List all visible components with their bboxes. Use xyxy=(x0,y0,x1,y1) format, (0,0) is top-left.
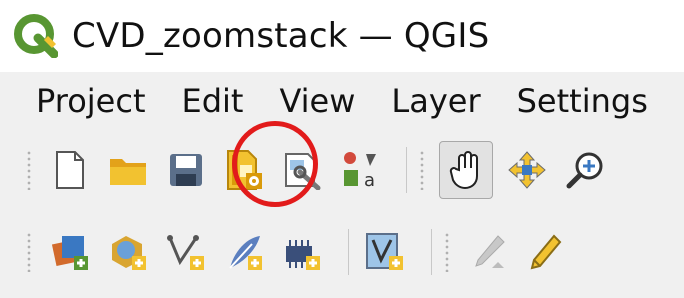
new-temporary-scratch-layer-icon xyxy=(282,232,322,272)
title-bar: CVD_zoomstack — QGIS xyxy=(0,0,684,72)
toggle-editing-icon xyxy=(526,232,566,272)
toolbar-row-2 xyxy=(0,214,684,290)
new-virtual-layer-icon xyxy=(365,232,405,272)
new-geopackage-layer-icon xyxy=(108,232,148,272)
new-print-layout-icon xyxy=(224,149,264,191)
pan-to-selection-icon xyxy=(507,150,547,190)
layout-manager-icon xyxy=(282,150,322,190)
window-title: CVD_zoomstack — QGIS xyxy=(72,16,490,56)
data-source-manager-button[interactable] xyxy=(46,225,94,279)
save-project-icon xyxy=(168,152,204,188)
toolbar-separator xyxy=(431,229,432,275)
menu-bar: Project Edit View Layer Settings Pl xyxy=(0,72,684,130)
new-virtual-layer-button[interactable] xyxy=(361,225,409,279)
menu-layer[interactable]: Layer xyxy=(391,82,480,120)
new-shapefile-layer-button[interactable] xyxy=(162,225,210,279)
menu-edit[interactable]: Edit xyxy=(181,82,243,120)
toolbar-grip-handle[interactable] xyxy=(419,150,425,190)
toolbar-separator xyxy=(348,229,349,275)
new-print-layout-button[interactable] xyxy=(220,143,268,197)
new-geopackage-layer-button[interactable] xyxy=(104,225,152,279)
toolbar-grip-handle[interactable] xyxy=(26,150,32,190)
menu-settings[interactable]: Settings xyxy=(517,82,648,120)
zoom-in-icon xyxy=(565,150,605,190)
style-manager-button[interactable]: a xyxy=(336,143,384,197)
new-spatialite-layer-icon xyxy=(224,232,264,272)
toolbar-grip-handle[interactable] xyxy=(26,232,32,272)
new-project-button[interactable] xyxy=(46,143,94,197)
svg-text:a: a xyxy=(364,170,375,190)
new-spatialite-layer-button[interactable] xyxy=(220,225,268,279)
data-source-manager-icon xyxy=(50,232,90,272)
new-project-icon xyxy=(55,150,85,190)
pan-map-icon xyxy=(449,150,483,190)
digitize-button[interactable] xyxy=(464,225,512,279)
layout-manager-button[interactable] xyxy=(278,143,326,197)
zoom-in-button[interactable] xyxy=(561,143,609,197)
toolbar-row-1: a xyxy=(0,132,684,208)
save-project-button[interactable] xyxy=(162,143,210,197)
new-temporary-scratch-layer-button[interactable] xyxy=(278,225,326,279)
menu-project[interactable]: Project xyxy=(36,82,145,120)
pan-to-selection-button[interactable] xyxy=(503,143,551,197)
open-project-button[interactable] xyxy=(104,143,152,197)
new-shapefile-layer-icon xyxy=(166,232,206,272)
style-manager-icon: a xyxy=(340,150,380,190)
toolbar-grip-handle[interactable] xyxy=(444,232,450,272)
pan-map-button[interactable] xyxy=(439,141,493,199)
toolbar-separator xyxy=(406,147,407,193)
open-project-icon xyxy=(108,153,148,187)
qgis-logo-icon xyxy=(14,14,59,59)
toggle-editing-button[interactable] xyxy=(522,225,570,279)
menu-view[interactable]: View xyxy=(279,82,355,120)
digitize-disabled-icon xyxy=(468,232,508,272)
